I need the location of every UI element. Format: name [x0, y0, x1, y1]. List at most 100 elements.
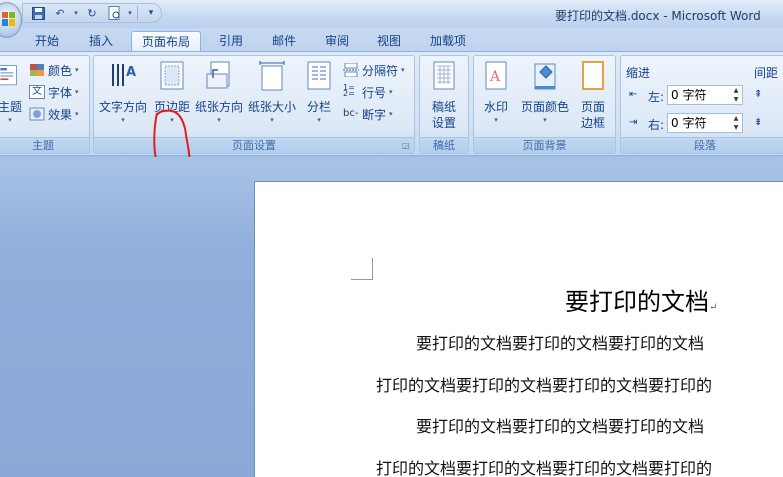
- page-borders-label: 页面 边框: [580, 100, 605, 130]
- page-borders-icon: [582, 61, 604, 90]
- page-color-button[interactable]: 页面颜色 ▾: [518, 60, 572, 125]
- theme-fonts-button[interactable]: 文 字体 ▾: [29, 83, 79, 101]
- undo-icon[interactable]: ↶: [51, 5, 69, 21]
- group-label-manuscript: 稿纸: [420, 137, 468, 153]
- tab-review[interactable]: 审阅: [314, 31, 360, 52]
- dropdown-arrow-icon: ▾: [75, 66, 79, 74]
- spinner-arrows-icon[interactable]: ▲ ▼: [730, 114, 742, 132]
- document-area: 要打印的文档↵ 要打印的文档要打印的文档要打印的文档 打印的文档要打印的文档要打…: [0, 157, 783, 477]
- dropdown-arrow-icon: ▾: [270, 116, 274, 124]
- themes-icon: [0, 65, 17, 86]
- document-title[interactable]: 要打印的文档↵: [565, 282, 717, 317]
- margin-corner-mark: [351, 258, 373, 280]
- text-direction-button[interactable]: A 文字方向 ▾: [97, 60, 149, 125]
- indent-right-icon: ⇥: [629, 117, 638, 128]
- group-paragraph: 缩进 间距 ⇤ 左: 0 字符 ▲ ▼ ⇥ 右: 0 字符 ▲ ▼ ⇞ ⇟ 段落: [620, 55, 783, 154]
- hyphenation-label: 断字: [362, 107, 387, 122]
- dropdown-arrow-icon: ▾: [121, 116, 125, 124]
- document-line[interactable]: 要打印的文档要打印的文档要打印的文档: [416, 330, 704, 354]
- dropdown-arrow-icon: ▾: [389, 88, 393, 96]
- page-borders-button[interactable]: 页面 边框: [574, 60, 612, 131]
- spacing-after-icon: ⇟: [754, 117, 763, 128]
- breaks-icon: [343, 63, 359, 77]
- indent-left-input[interactable]: 0 字符 ▲ ▼: [667, 85, 743, 105]
- svg-text:A: A: [126, 65, 136, 80]
- dropdown-arrow-icon: ▾: [8, 116, 12, 124]
- text-direction-icon: A: [112, 64, 136, 86]
- margins-icon: [160, 61, 184, 90]
- line-numbers-icon: 1= 2=: [343, 83, 355, 98]
- columns-label: 分栏: [306, 100, 331, 114]
- tab-mailings[interactable]: 邮件: [261, 31, 307, 52]
- page-size-label: 纸张大小: [247, 100, 296, 114]
- page-color-label: 页面颜色: [520, 100, 569, 114]
- customize-icon[interactable]: ▾: [142, 5, 160, 21]
- document-line[interactable]: 打印的文档要打印的文档要打印的文档要打印的: [376, 372, 712, 396]
- title-bar: ↶ ▾ ↻ ▾ ▾ 要打印的文档.docx - Microsoft Word: [0, 0, 783, 38]
- paragraph-mark-icon: ↵: [709, 302, 718, 313]
- orientation-button[interactable]: 纸张方向 ▾: [194, 60, 244, 125]
- hyphenation-icon: bc-: [343, 108, 359, 119]
- indent-right-input[interactable]: 0 字符 ▲ ▼: [667, 113, 743, 133]
- indent-left-value: 0 字符: [671, 88, 707, 102]
- columns-button[interactable]: 分栏 ▾: [302, 60, 336, 125]
- dropdown-arrow-icon: ▾: [75, 110, 79, 118]
- page-size-button[interactable]: 纸张大小 ▾: [246, 60, 298, 125]
- indent-right-label: 右:: [648, 118, 665, 132]
- document-line[interactable]: 要打印的文档要打印的文档要打印的文档: [416, 413, 704, 437]
- tab-view[interactable]: 视图: [366, 31, 412, 52]
- save-icon[interactable]: [29, 5, 47, 21]
- watermark-button[interactable]: A 水印 ▾: [477, 60, 515, 125]
- theme-effects-icon: [29, 107, 45, 121]
- theme-effects-label: 效果: [48, 107, 73, 122]
- group-themes: 主题 ▾ 颜色 ▾ 文 字体 ▾ 效果 ▾ 主题: [0, 55, 90, 154]
- redo-icon[interactable]: ↻: [83, 5, 101, 21]
- watermark-icon: A: [485, 61, 507, 90]
- theme-colors-label: 颜色: [48, 63, 73, 78]
- page-color-icon: [534, 63, 556, 90]
- print-preview-icon[interactable]: [105, 5, 123, 21]
- line-numbers-label: 行号: [362, 85, 387, 100]
- theme-fonts-icon: 文: [29, 85, 45, 99]
- columns-icon: [307, 61, 331, 90]
- group-label-themes: 主题: [0, 137, 89, 153]
- tab-references[interactable]: 引用: [208, 31, 254, 52]
- theme-fonts-label: 字体: [48, 85, 73, 100]
- tab-home[interactable]: 开始: [24, 31, 70, 52]
- ribbon: 主题 ▾ 颜色 ▾ 文 字体 ▾ 效果 ▾ 主题 A 文字方向 ▾ 页边距 ▾ …: [0, 51, 783, 179]
- indent-left-icon: ⇤: [629, 89, 638, 100]
- hyphenation-button[interactable]: bc- 断字 ▾: [343, 105, 393, 123]
- themes-label: 主题: [0, 100, 22, 114]
- tab-page-layout[interactable]: 页面布局: [131, 31, 201, 52]
- document-page[interactable]: 要打印的文档↵ 要打印的文档要打印的文档要打印的文档 打印的文档要打印的文档要打…: [254, 181, 783, 477]
- spacing-before-icon: ⇞: [754, 89, 763, 100]
- breaks-button[interactable]: 分隔符 ▾: [343, 61, 405, 79]
- group-page-setup: A 文字方向 ▾ 页边距 ▾ 纸张方向 ▾ 纸张大小 ▾ 分栏 ▾ 分隔符 ▾ …: [93, 55, 415, 154]
- dialog-launcher-icon[interactable]: ◲: [402, 141, 411, 150]
- dropdown-arrow-icon: ▾: [317, 116, 321, 124]
- manuscript-settings-button[interactable]: 稿纸 设置: [422, 60, 466, 131]
- line-numbers-button[interactable]: 1= 2= 行号 ▾: [343, 83, 393, 101]
- document-title-text: 要打印的文档: [565, 288, 709, 316]
- theme-effects-button[interactable]: 效果 ▾: [29, 105, 79, 123]
- window-title: 要打印的文档.docx - Microsoft Word: [555, 9, 761, 23]
- dropdown-arrow-icon: ▾: [494, 116, 498, 124]
- breaks-label: 分隔符: [362, 63, 399, 78]
- document-line[interactable]: 打印的文档要打印的文档要打印的文档要打印的: [376, 455, 712, 477]
- text-direction-label: 文字方向: [98, 100, 147, 114]
- spinner-arrows-icon[interactable]: ▲ ▼: [730, 86, 742, 104]
- spacing-heading: 间距: [754, 66, 779, 80]
- theme-colors-button[interactable]: 颜色 ▾: [29, 61, 79, 79]
- dropdown-arrow-icon[interactable]: ▾: [127, 5, 133, 21]
- tab-add-ins[interactable]: 加载项: [420, 31, 476, 52]
- group-label-page-background: 页面背景: [474, 137, 615, 153]
- page-size-icon: [259, 61, 285, 91]
- dropdown-arrow-icon[interactable]: ▾: [73, 5, 79, 21]
- indent-right-value: 0 字符: [671, 116, 707, 130]
- themes-button[interactable]: 主题 ▾: [0, 60, 23, 125]
- theme-colors-icon: [30, 64, 44, 76]
- toolbar-separator: [137, 6, 138, 20]
- tab-insert[interactable]: 插入: [78, 31, 124, 52]
- ribbon-tabs: 开始 插入 页面布局 引用 邮件 审阅 视图 加载项: [0, 28, 783, 52]
- manuscript-settings-label: 稿纸 设置: [431, 100, 456, 130]
